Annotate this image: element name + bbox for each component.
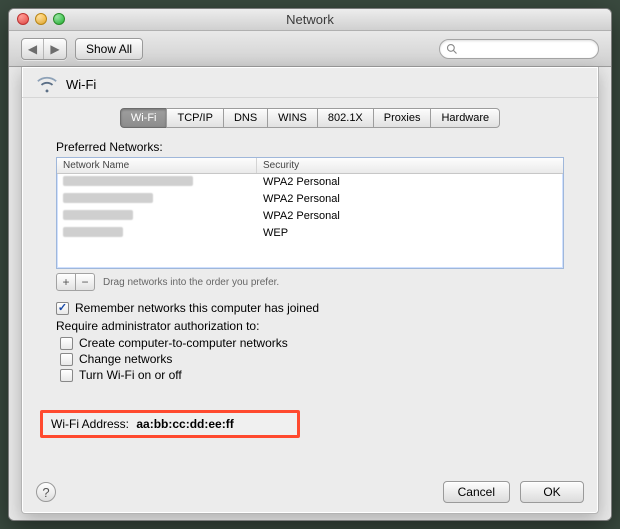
remember-networks-label: Remember networks this computer has join…: [75, 301, 319, 315]
preferred-networks-table[interactable]: Network Name Security WPA2 Personal WPA2…: [56, 157, 564, 269]
cell-security: WPA2 Personal: [257, 174, 563, 191]
close-icon[interactable]: [17, 13, 29, 25]
show-all-button[interactable]: Show All: [75, 38, 143, 60]
show-all-label: Show All: [86, 42, 132, 56]
sheet-backdrop: Wi-Fi Wi-Fi TCP/IP DNS WINS 802.1X Proxi…: [9, 67, 611, 520]
require-admin-label: Require administrator authorization to:: [56, 319, 564, 333]
add-remove-buttons: + −: [56, 273, 95, 291]
cancel-button[interactable]: Cancel: [443, 481, 510, 503]
cell-security: WEP: [257, 225, 563, 242]
wifi-icon: [36, 75, 58, 93]
tabs: Wi-Fi TCP/IP DNS WINS 802.1X Proxies Har…: [22, 108, 598, 128]
table-row[interactable]: WEP: [57, 225, 563, 242]
zoom-icon[interactable]: [53, 13, 65, 25]
back-icon[interactable]: ◀: [22, 39, 44, 59]
table-row[interactable]: WPA2 Personal: [57, 191, 563, 208]
wifi-address-highlight: Wi-Fi Address: aa:bb:cc:dd:ee:ff: [40, 410, 300, 438]
remove-network-button[interactable]: −: [75, 273, 95, 291]
sheet-footer: ? Cancel OK: [22, 473, 598, 513]
search-icon: [446, 43, 458, 55]
tab-hardware[interactable]: Hardware: [430, 108, 500, 128]
col-security[interactable]: Security: [257, 158, 563, 173]
tab-content: Preferred Networks: Network Name Securit…: [22, 134, 598, 438]
titlebar: Network: [9, 9, 611, 31]
remember-networks-row: Remember networks this computer has join…: [56, 301, 564, 315]
drag-hint: Drag networks into the order you prefer.: [103, 277, 279, 288]
table-controls: + − Drag networks into the order you pre…: [56, 273, 564, 291]
help-button[interactable]: ?: [36, 482, 56, 502]
wifi-address-value: aa:bb:cc:dd:ee:ff: [136, 417, 233, 431]
opt-create-c2c-label: Create computer-to-computer networks: [79, 336, 288, 350]
table-header: Network Name Security: [57, 158, 563, 174]
wifi-address-label: Wi-Fi Address:: [51, 417, 129, 431]
minimize-icon[interactable]: [35, 13, 47, 25]
sheet-title: Wi-Fi: [66, 77, 96, 92]
preferred-networks-label: Preferred Networks:: [56, 140, 564, 154]
sheet: Wi-Fi Wi-Fi TCP/IP DNS WINS 802.1X Proxi…: [21, 67, 599, 514]
cell-security: WPA2 Personal: [257, 208, 563, 225]
tab-tcpip[interactable]: TCP/IP: [166, 108, 223, 128]
require-admin-group: Create computer-to-computer networks Cha…: [60, 336, 564, 382]
search-input[interactable]: [439, 39, 599, 59]
require-opt-row: Change networks: [60, 352, 564, 366]
remember-networks-checkbox[interactable]: [56, 302, 69, 315]
add-network-button[interactable]: +: [56, 273, 76, 291]
table-row[interactable]: WPA2 Personal: [57, 174, 563, 191]
tab-dns[interactable]: DNS: [223, 108, 268, 128]
tab-wins[interactable]: WINS: [267, 108, 318, 128]
window-title: Network: [286, 12, 334, 27]
opt-change-networks-label: Change networks: [79, 352, 172, 366]
nav-back-forward[interactable]: ◀ ▶: [21, 38, 67, 60]
require-opt-row: Turn Wi-Fi on or off: [60, 368, 564, 382]
col-network-name[interactable]: Network Name: [57, 158, 257, 173]
opt-change-networks-checkbox[interactable]: [60, 353, 73, 366]
sheet-header: Wi-Fi: [22, 67, 598, 98]
window: Network ◀ ▶ Show All Wi-Fi Wi-Fi: [8, 8, 612, 521]
traffic-lights: [17, 13, 65, 25]
tab-proxies[interactable]: Proxies: [373, 108, 432, 128]
table-row[interactable]: WPA2 Personal: [57, 208, 563, 225]
forward-icon[interactable]: ▶: [44, 39, 66, 59]
require-opt-row: Create computer-to-computer networks: [60, 336, 564, 350]
tab-wifi[interactable]: Wi-Fi: [120, 108, 168, 128]
opt-create-c2c-checkbox[interactable]: [60, 337, 73, 350]
toolbar: ◀ ▶ Show All: [9, 31, 611, 67]
opt-toggle-wifi-checkbox[interactable]: [60, 369, 73, 382]
ok-button[interactable]: OK: [520, 481, 584, 503]
tab-8021x[interactable]: 802.1X: [317, 108, 374, 128]
cell-security: WPA2 Personal: [257, 191, 563, 208]
opt-toggle-wifi-label: Turn Wi-Fi on or off: [79, 368, 182, 382]
